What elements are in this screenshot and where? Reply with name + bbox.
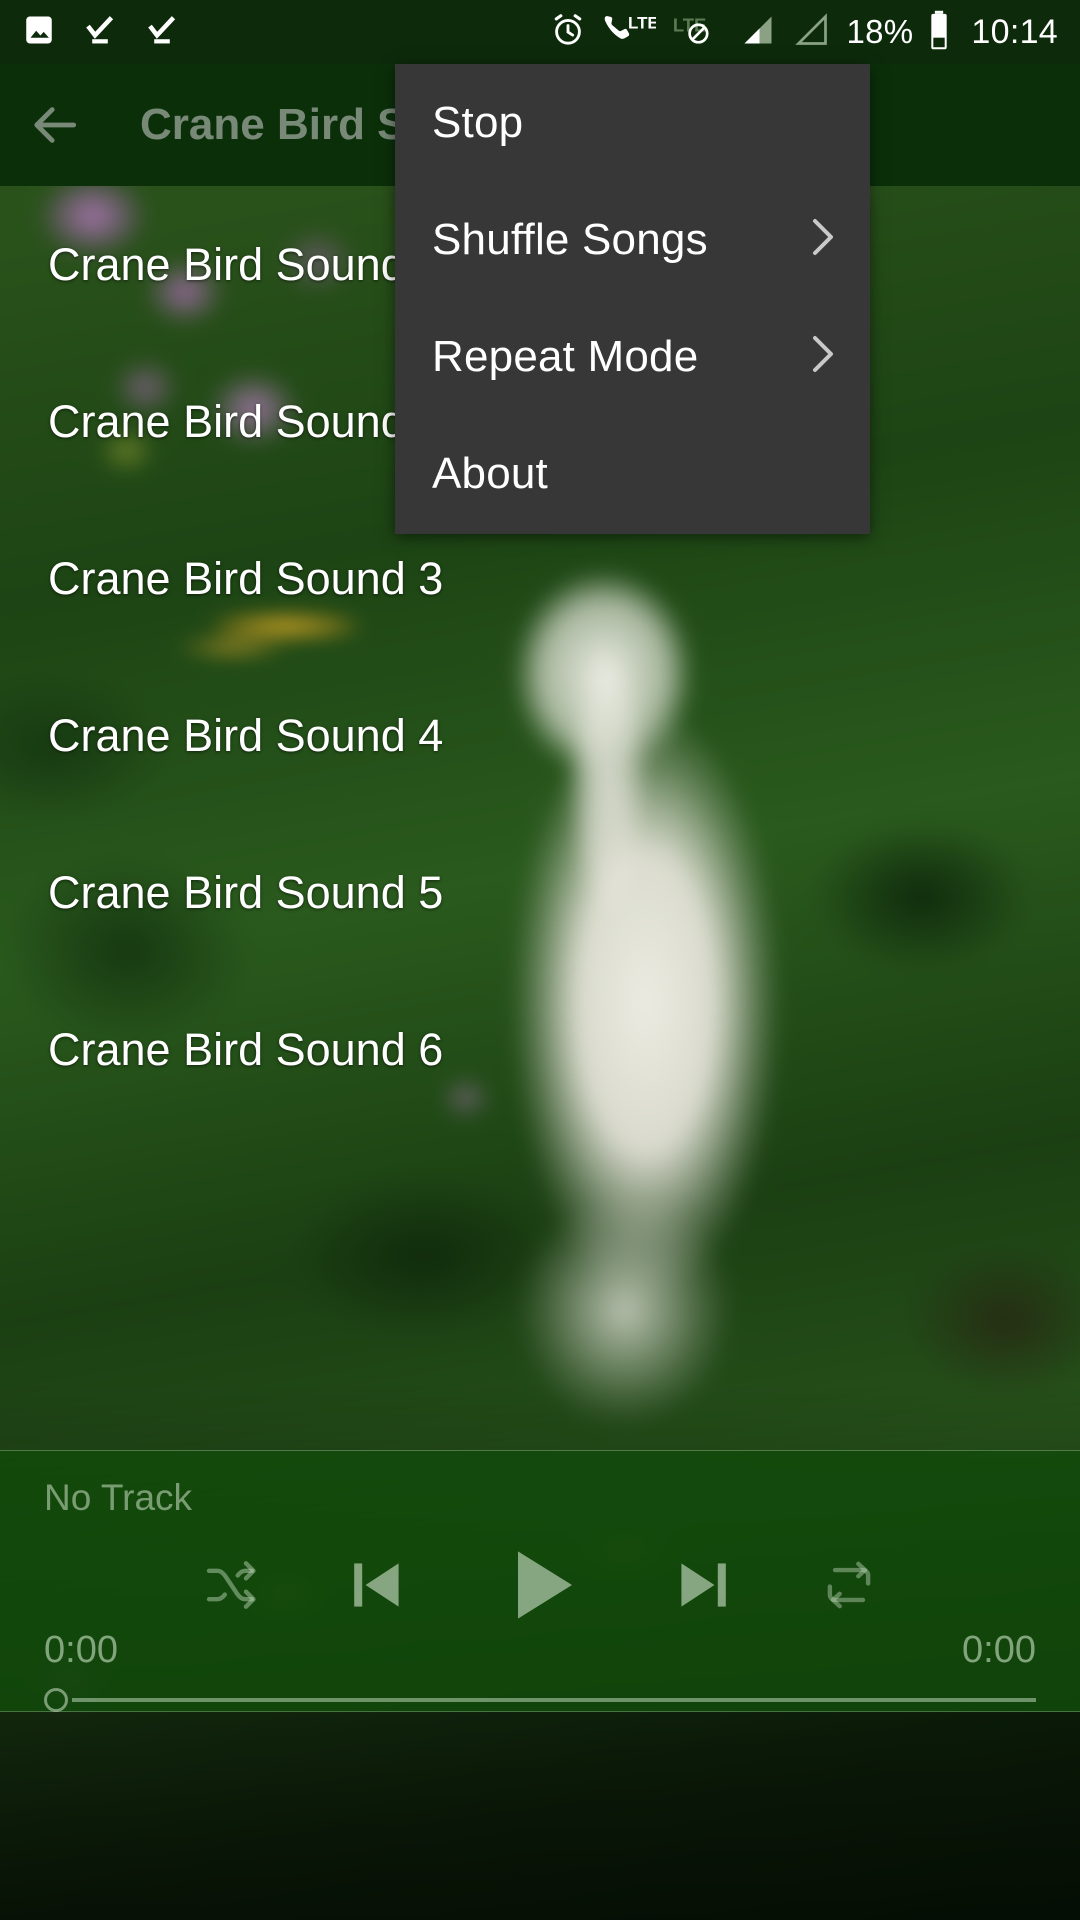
list-item[interactable]: Crane Bird Sound 6 xyxy=(0,971,1080,1128)
skip-previous-icon xyxy=(354,1563,399,1607)
overflow-menu: Stop Shuffle Songs Repeat Mode About xyxy=(395,64,870,534)
menu-item-about[interactable]: About xyxy=(395,415,870,532)
svg-text:LTE: LTE xyxy=(628,13,656,32)
chevron-right-icon xyxy=(810,334,836,379)
menu-item-label: Repeat Mode xyxy=(432,331,699,381)
current-track-title: No Track xyxy=(44,1477,193,1518)
song-title: Crane Bird Sound 2 xyxy=(48,395,444,447)
menu-item-repeat-mode[interactable]: Repeat Mode xyxy=(395,298,870,415)
seek-track[interactable] xyxy=(72,1698,1036,1702)
total-time: 0:00 xyxy=(962,1629,1036,1671)
menu-item-label: Stop xyxy=(432,97,524,147)
shuffle-icon xyxy=(206,1561,256,1609)
status-bar-right-icons: LTE LTE 18% 10:14 xyxy=(550,10,1058,55)
menu-item-stop[interactable]: Stop xyxy=(395,64,870,181)
image-icon xyxy=(22,13,56,52)
next-button[interactable] xyxy=(666,1548,740,1622)
shuffle-button[interactable] xyxy=(200,1554,262,1616)
repeat-button[interactable] xyxy=(818,1554,880,1616)
song-title: Crane Bird Sound 5 xyxy=(48,866,444,918)
player-controls xyxy=(0,1539,1080,1631)
skip-next-icon xyxy=(681,1563,726,1607)
play-button[interactable] xyxy=(492,1537,588,1633)
status-bar: LTE LTE 18% 10:14 xyxy=(0,0,1080,64)
song-title: Crane Bird Sound 1 xyxy=(48,238,444,290)
list-item[interactable]: Crane Bird Sound 5 xyxy=(0,814,1080,971)
repeat-icon xyxy=(827,1561,871,1609)
elapsed-time: 0:00 xyxy=(44,1629,118,1671)
list-item[interactable]: Crane Bird Sound 4 xyxy=(0,657,1080,814)
signal-sim2-icon xyxy=(792,12,832,53)
chevron-right-icon xyxy=(810,217,836,262)
song-title: Crane Bird Sound 4 xyxy=(48,709,444,761)
song-title: Crane Bird Sound 3 xyxy=(48,552,444,604)
menu-item-shuffle-songs[interactable]: Shuffle Songs xyxy=(395,181,870,298)
play-icon xyxy=(518,1551,572,1619)
lte-disabled-icon: LTE xyxy=(670,13,724,52)
menu-item-label: About xyxy=(432,448,548,498)
download-complete-icon-2 xyxy=(144,13,180,52)
download-complete-icon xyxy=(82,13,118,52)
player-bar: No Track 0:00 0:00 xyxy=(0,1450,1080,1712)
alarm-icon xyxy=(550,12,586,53)
signal-sim1-icon xyxy=(738,12,778,53)
battery-percent: 18% xyxy=(846,13,914,50)
song-title: Crane Bird Sound 6 xyxy=(48,1023,444,1075)
previous-button[interactable] xyxy=(340,1548,414,1622)
menu-item-label: Shuffle Songs xyxy=(432,214,708,264)
battery-icon xyxy=(927,10,951,55)
status-bar-clock: 10:14 xyxy=(971,12,1058,51)
time-row: 0:00 0:00 xyxy=(0,1629,1080,1672)
seek-thumb[interactable] xyxy=(44,1688,68,1712)
call-lte-icon: LTE xyxy=(600,12,659,53)
seek-bar[interactable] xyxy=(0,1687,1080,1713)
status-bar-left-icons xyxy=(22,13,180,52)
